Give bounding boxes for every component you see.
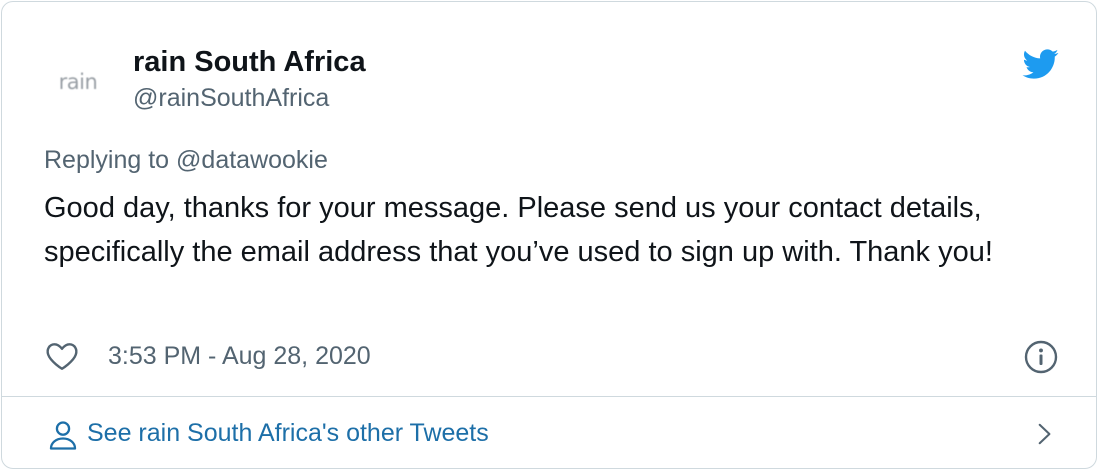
chevron-right-icon[interactable] <box>1031 419 1057 449</box>
tweet-card: rain rain South Africa @rainSouthAfrica … <box>1 1 1097 469</box>
author-handle[interactable]: @rainSouthAfrica <box>133 84 329 113</box>
see-other-tweets-link[interactable]: See rain South Africa's other Tweets <box>2 397 1096 469</box>
info-icon[interactable] <box>1023 339 1059 375</box>
replying-to-prefix: Replying to <box>44 146 177 174</box>
replying-to-handle-link[interactable]: @datawookie <box>176 146 328 174</box>
avatar[interactable]: rain <box>42 46 114 118</box>
replying-to: Replying to @datawookie <box>44 146 328 175</box>
heart-icon[interactable] <box>44 338 80 374</box>
tweet-timestamp[interactable]: 3:53 PM - Aug 28, 2020 <box>108 342 371 371</box>
tweet-text: Good day, thanks for your message. Pleas… <box>44 192 993 268</box>
twitter-bird-icon[interactable] <box>1021 45 1059 83</box>
author-display-name[interactable]: rain South Africa <box>133 46 366 79</box>
avatar-logo-text: rain <box>58 70 98 94</box>
tweet-meta: 3:53 PM - Aug 28, 2020 <box>44 336 371 376</box>
person-icon <box>49 421 77 450</box>
see-other-tweets-label[interactable]: See rain South Africa's other Tweets <box>87 419 489 448</box>
